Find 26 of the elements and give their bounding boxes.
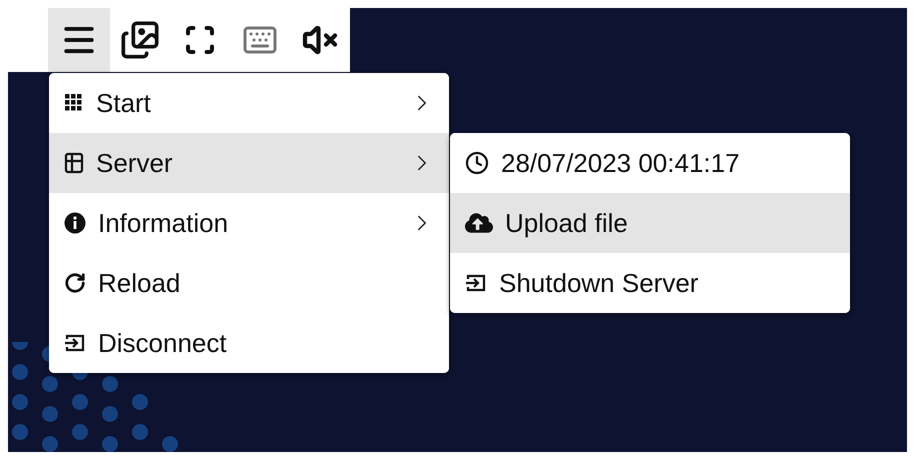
menu-item[interactable]: Server [49,133,449,193]
menu-item-label: Server [96,148,174,178]
panel-icon [64,152,84,174]
submenu-item[interactable]: Upload file [450,193,850,253]
clock-icon [465,151,489,175]
exit-icon [64,332,86,354]
submenu-item-label: Upload file [505,208,629,238]
submenu-item[interactable]: Shutdown Server [450,253,850,313]
menu-item[interactable]: Reload [49,253,449,313]
menu-item[interactable]: Disconnect [49,313,449,373]
menu-item-label: Disconnect [98,328,228,358]
submenu-item[interactable]: 28/07/2023 00:41:17 [450,133,850,193]
menu-item[interactable]: Information [49,193,449,253]
grid-icon [64,93,84,113]
menu-item-label: Reload [98,268,182,298]
submenu-item-label: Shutdown Server [499,268,700,298]
menu-button[interactable] [48,8,110,72]
images-icon [120,20,160,60]
info-icon [64,212,86,234]
fullscreen-icon [184,24,216,56]
exit-icon [465,272,487,294]
menu-item-label: Information [98,208,230,238]
reload-icon [64,272,86,294]
menu-item-label: Start [96,88,152,118]
submenu-item-label: 28/07/2023 00:41:17 [501,148,741,178]
menu-item[interactable]: Start [49,73,449,133]
